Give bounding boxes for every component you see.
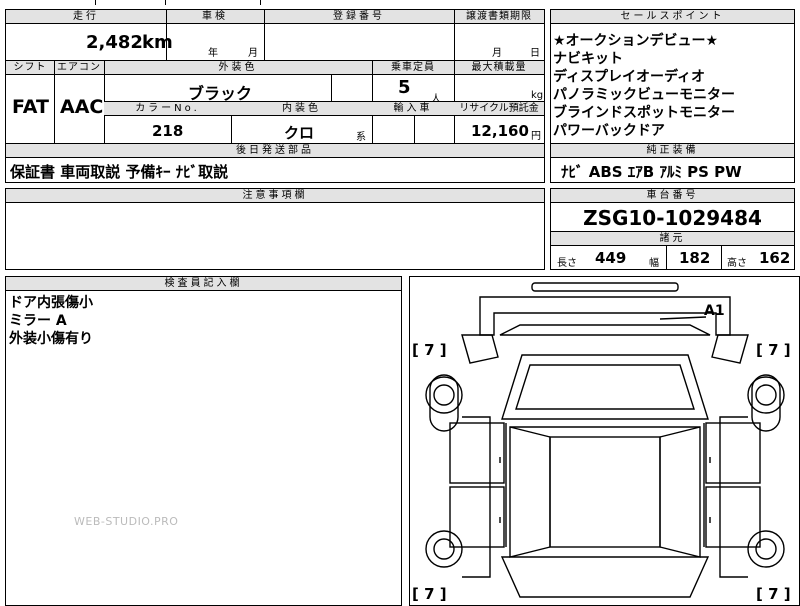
recycle-unit: 円 xyxy=(531,131,541,142)
sales-point-item: ★オークションデビュー★ xyxy=(553,33,719,49)
header-notes: 注意事項欄 xyxy=(6,189,544,203)
chassis-panel: 車台番号 ZSG10-1029484 諸元 長さ 449 幅 182 高さ 16… xyxy=(550,188,795,270)
sales-points-panel: セールスポイント ★オークションデビュー★ ナビキット ディスプレイオーディオ … xyxy=(550,9,795,144)
vehicle-info-table: 走行 車検 登録番号 譲渡書類期限 2,482 km 年 月 月 日 シフト エ… xyxy=(5,9,545,145)
chassis-number: ZSG10-1029484 xyxy=(583,206,762,230)
header-import: 輸入車 xyxy=(372,102,454,116)
mileage-value: 2,482 xyxy=(86,32,143,53)
inspector-note: ミラー A xyxy=(9,313,67,329)
header-later-parts: 後日発送部品 xyxy=(6,144,544,158)
inspection-year-label: 年 xyxy=(208,48,218,59)
aircon-value: AAC xyxy=(60,96,104,118)
header-interior-color: 内装色 xyxy=(231,102,372,116)
later-parts-panel: 後日発送部品 保証書 車両取説 予備ｷｰ ﾅﾋﾞ取説 xyxy=(5,143,545,183)
header-mileage: 走行 xyxy=(6,10,166,24)
spec-width-label: 幅 xyxy=(649,258,659,269)
sales-points-list: ★オークションデビュー★ ナビキット ディスプレイオーディオ パノラミックビュー… xyxy=(553,32,735,140)
interior-color-value: クロ xyxy=(284,124,315,142)
inspection-month-label: 月 xyxy=(248,48,258,59)
car-diagram-panel: A1 [ 7 ] [ 7 ] [ 7 ] [ 7 ] xyxy=(409,276,800,606)
recycle-fee-value: 12,160 xyxy=(471,122,529,140)
notes-panel: 注意事項欄 xyxy=(5,188,545,270)
inspector-notes-list: ドア内張傷小 ミラー A 外装小傷有り xyxy=(9,294,93,348)
spec-width: 182 xyxy=(679,249,711,267)
header-aircon: エアコン xyxy=(54,61,104,75)
header-inspector-notes: 検査員記入欄 xyxy=(6,277,401,291)
max-load-unit: kg xyxy=(531,90,544,101)
header-exterior-color: 外装色 xyxy=(104,61,372,75)
spec-length-label: 長さ xyxy=(557,258,577,269)
shift-value: FAT xyxy=(12,96,49,118)
header-chassis-no: 車台番号 xyxy=(551,189,794,203)
top-strip xyxy=(0,0,800,5)
header-registration: 登録番号 xyxy=(264,10,454,24)
damage-mark-a1: A1 xyxy=(704,303,725,319)
color-no-value: 218 xyxy=(152,122,184,140)
transfer-day-label: 日 xyxy=(530,48,540,59)
inspector-notes-panel: 検査員記入欄 ドア内張傷小 ミラー A 外装小傷有り WEB-STUDIO.PR… xyxy=(5,276,402,606)
car-diagram: A1 [ 7 ] [ 7 ] [ 7 ] [ 7 ] xyxy=(412,282,791,603)
later-parts-value: 保証書 車両取説 予備ｷｰ ﾅﾋﾞ取説 xyxy=(10,163,229,181)
header-inspection: 車検 xyxy=(166,10,264,24)
header-shift: シフト xyxy=(6,61,54,75)
sales-point-item: ディスプレイオーディオ xyxy=(553,69,706,85)
spec-height: 162 xyxy=(759,249,791,267)
sales-point-item: ブラインドスポットモニター xyxy=(553,105,735,121)
mileage-unit: km xyxy=(142,32,173,53)
header-capacity: 乗車定員 xyxy=(372,61,454,75)
sales-point-item: パノラミックビューモニター xyxy=(553,87,735,103)
inspector-note: 外装小傷有り xyxy=(9,331,93,347)
header-transfer-deadline: 譲渡書類期限 xyxy=(454,10,544,24)
interior-suffix: 系 xyxy=(356,132,366,143)
header-sales-points: セールスポイント xyxy=(551,10,794,24)
header-color-no: カラーNo. xyxy=(104,102,231,116)
tire-label-rear-left: [ 7 ] xyxy=(412,585,447,603)
header-genuine-equipment: 純正装備 xyxy=(551,144,794,158)
header-max-load: 最大積載量 xyxy=(454,61,544,75)
genuine-equipment-value: ﾅﾋﾞ ABS ｴｱB ｱﾙﾐ PS PW xyxy=(561,163,742,181)
tire-label-front-right: [ 7 ] xyxy=(756,341,791,359)
sales-point-item: パワーバックドア xyxy=(553,123,665,139)
inspector-note: ドア内張傷小 xyxy=(9,295,93,311)
genuine-equipment-panel: 純正装備 ﾅﾋﾞ ABS ｴｱB ｱﾙﾐ PS PW xyxy=(550,143,795,183)
header-recycle: リサイクル預託金 xyxy=(454,102,544,116)
capacity-value: 5 xyxy=(398,77,411,98)
spec-height-label: 高さ xyxy=(727,258,747,269)
header-specs: 諸元 xyxy=(551,231,794,246)
tire-label-front-left: [ 7 ] xyxy=(412,341,447,359)
transfer-month-label: 月 xyxy=(492,48,502,59)
spec-length: 449 xyxy=(595,249,627,267)
sales-point-item: ナビキット xyxy=(553,51,623,67)
tire-label-rear-right: [ 7 ] xyxy=(756,585,791,603)
watermark: WEB-STUDIO.PRO xyxy=(74,515,179,528)
